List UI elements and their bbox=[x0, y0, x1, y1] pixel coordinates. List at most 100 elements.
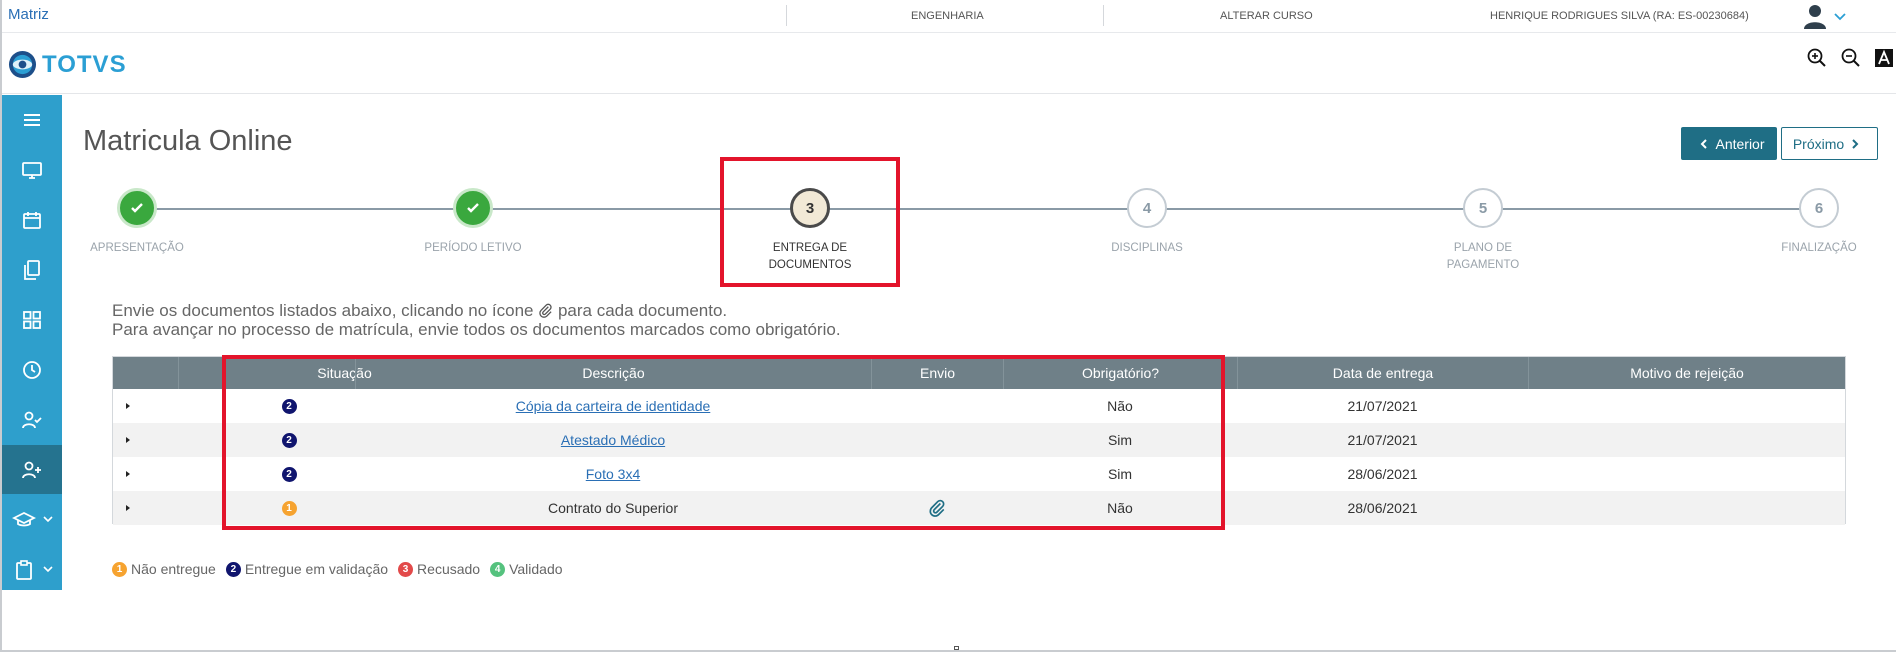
step-label: PERÍODO LETIVO bbox=[424, 242, 522, 254]
instructions-text: para cada documento. bbox=[557, 301, 728, 320]
sidebar bbox=[2, 95, 62, 590]
chevron-down-icon[interactable] bbox=[1833, 9, 1847, 23]
step-5-plano-pagamento[interactable]: 5 bbox=[1463, 188, 1503, 228]
previous-button-label: Anterior bbox=[1715, 135, 1765, 152]
paperclip-upload-icon[interactable] bbox=[928, 499, 946, 517]
instructions-line-1: Envie os documentos listados abaixo, cli… bbox=[112, 301, 727, 321]
legend-label: Entregue em validação bbox=[244, 561, 389, 577]
expand-row-toggle[interactable] bbox=[113, 423, 143, 457]
logo-text: TOTVS bbox=[42, 51, 127, 78]
sidebar-item-calendar[interactable] bbox=[2, 195, 62, 244]
legend-label: Validado bbox=[509, 561, 563, 577]
legend-item-not-delivered: 1 Não entregue bbox=[112, 561, 216, 577]
monitor-icon bbox=[22, 161, 42, 179]
next-button-label: Próximo bbox=[1792, 135, 1845, 152]
column-header-data-entrega[interactable]: Data de entrega bbox=[1237, 357, 1528, 389]
step-3-entrega-documentos[interactable]: 3 bbox=[790, 188, 830, 228]
required-cell: Sim bbox=[1107, 466, 1133, 482]
check-icon bbox=[131, 203, 143, 213]
expand-row-toggle[interactable] bbox=[113, 389, 143, 423]
user-avatar-icon[interactable] bbox=[1800, 1, 1830, 31]
legend-item-in-validation: 2 Entregue em validação bbox=[225, 561, 389, 577]
brand-link[interactable]: Matriz bbox=[8, 6, 49, 23]
change-course-link[interactable]: ALTERAR CURSO bbox=[1220, 10, 1313, 22]
sidebar-item-user-check[interactable] bbox=[2, 395, 62, 444]
table-row[interactable]: 1 Contrato do Superior Não 28/06/2021 bbox=[113, 491, 1845, 525]
sidebar-item-apps[interactable] bbox=[2, 295, 62, 344]
legend-item-refused: 3 Recusado bbox=[398, 561, 480, 577]
sidebar-item-enrollment[interactable] bbox=[2, 445, 62, 494]
status-cell: 2 bbox=[223, 389, 355, 423]
date-cell: 28/06/2021 bbox=[1347, 500, 1418, 516]
resize-handle[interactable] bbox=[954, 646, 959, 650]
grid-icon bbox=[23, 310, 41, 329]
column-header-motivo-rejeicao[interactable]: Motivo de rejeição bbox=[1528, 357, 1845, 389]
instructions-line-2: Para avançar no processo de matrícula, e… bbox=[112, 320, 841, 339]
chevron-down-icon bbox=[43, 516, 53, 523]
column-header-descricao[interactable]: Descrição bbox=[355, 357, 871, 389]
step-2-periodo-letivo[interactable] bbox=[453, 188, 493, 228]
date-cell: 28/06/2021 bbox=[1347, 466, 1418, 482]
previous-button[interactable]: Anterior bbox=[1681, 127, 1777, 160]
legend-badge: 2 bbox=[225, 561, 241, 577]
contrast-icon[interactable] bbox=[1873, 47, 1895, 69]
divider bbox=[1103, 5, 1104, 26]
column-header-envio[interactable]: Envio bbox=[871, 357, 1003, 389]
stepper-track bbox=[137, 208, 1819, 210]
step-4-disciplinas[interactable]: 4 bbox=[1127, 188, 1167, 228]
step-label: PLANO DE PAGAMENTO bbox=[1446, 242, 1520, 271]
step-number: 4 bbox=[1142, 199, 1152, 217]
expand-row-toggle[interactable] bbox=[113, 457, 143, 491]
check-icon bbox=[467, 203, 479, 213]
sidebar-menu-toggle[interactable] bbox=[2, 95, 62, 144]
caret-right-icon bbox=[126, 403, 130, 409]
page-title: Matricula Online bbox=[83, 125, 293, 157]
step-label: DISCIPLINAS bbox=[1111, 242, 1183, 254]
column-header-expand bbox=[113, 357, 178, 389]
hamburger-icon bbox=[24, 113, 40, 126]
status-badge: 1 bbox=[281, 500, 297, 516]
upload-cell bbox=[871, 491, 1003, 525]
step-label: APRESENTAÇÃO bbox=[90, 242, 184, 254]
user-name: HENRIQUE RODRIGUES SILVA (RA: ES-0023068… bbox=[1490, 10, 1749, 22]
user-check-icon bbox=[22, 411, 42, 428]
sidebar-item-documents[interactable] bbox=[2, 245, 62, 294]
caret-right-icon bbox=[126, 471, 130, 477]
status-badge: 2 bbox=[281, 466, 297, 482]
table-row[interactable]: 2 Atestado Médico Sim 21/07/2021 bbox=[113, 423, 1845, 457]
description-cell: Atestado Médico bbox=[355, 423, 871, 457]
document-link[interactable]: Foto 3x4 bbox=[586, 466, 640, 482]
document-link[interactable]: Atestado Médico bbox=[561, 432, 665, 448]
sidebar-item-academic[interactable] bbox=[2, 495, 62, 544]
required-cell: Sim bbox=[1107, 432, 1133, 448]
document-link[interactable]: Cópia da carteira de identidade bbox=[516, 398, 711, 414]
totvs-logo-icon bbox=[8, 50, 37, 79]
step-number: 6 bbox=[1814, 199, 1824, 217]
table-row[interactable]: 2 Foto 3x4 Sim 28/06/2021 bbox=[113, 457, 1845, 491]
status-badge: 2 bbox=[281, 398, 297, 414]
table-row[interactable]: 2 Cópia da carteira de identidade Não 21… bbox=[113, 389, 1845, 423]
legend-label: Recusado bbox=[417, 561, 481, 577]
next-button[interactable]: Próximo bbox=[1781, 127, 1878, 160]
description-cell: Contrato do Superior bbox=[548, 500, 678, 516]
sidebar-item-reports[interactable] bbox=[2, 545, 62, 594]
paperclip-icon bbox=[539, 303, 552, 318]
expand-row-toggle[interactable] bbox=[113, 491, 143, 525]
caret-right-icon bbox=[126, 437, 130, 443]
sidebar-item-dashboard[interactable] bbox=[2, 145, 62, 194]
step-number: 3 bbox=[805, 199, 815, 217]
calendar-icon bbox=[23, 211, 41, 229]
clock-icon bbox=[23, 360, 41, 379]
step-6-finalizacao[interactable]: 6 bbox=[1799, 188, 1839, 228]
header: TOTVS bbox=[2, 34, 1896, 94]
sidebar-item-history[interactable] bbox=[2, 345, 62, 394]
column-header-obrigatorio[interactable]: Obrigatório? bbox=[1003, 357, 1237, 389]
documents-table: Situação Descrição Envio Obrigatório? Da… bbox=[112, 356, 1846, 525]
zoom-out-icon[interactable] bbox=[1840, 47, 1862, 69]
step-label: ENTREGA DE DOCUMENTOS bbox=[768, 242, 852, 271]
legend-label: Não entregue bbox=[131, 561, 216, 577]
zoom-in-icon[interactable] bbox=[1806, 47, 1828, 69]
table-header: Situação Descrição Envio Obrigatório? Da… bbox=[113, 357, 1845, 389]
chevron-down-icon bbox=[43, 566, 53, 573]
step-1-apresentacao[interactable] bbox=[117, 188, 157, 228]
